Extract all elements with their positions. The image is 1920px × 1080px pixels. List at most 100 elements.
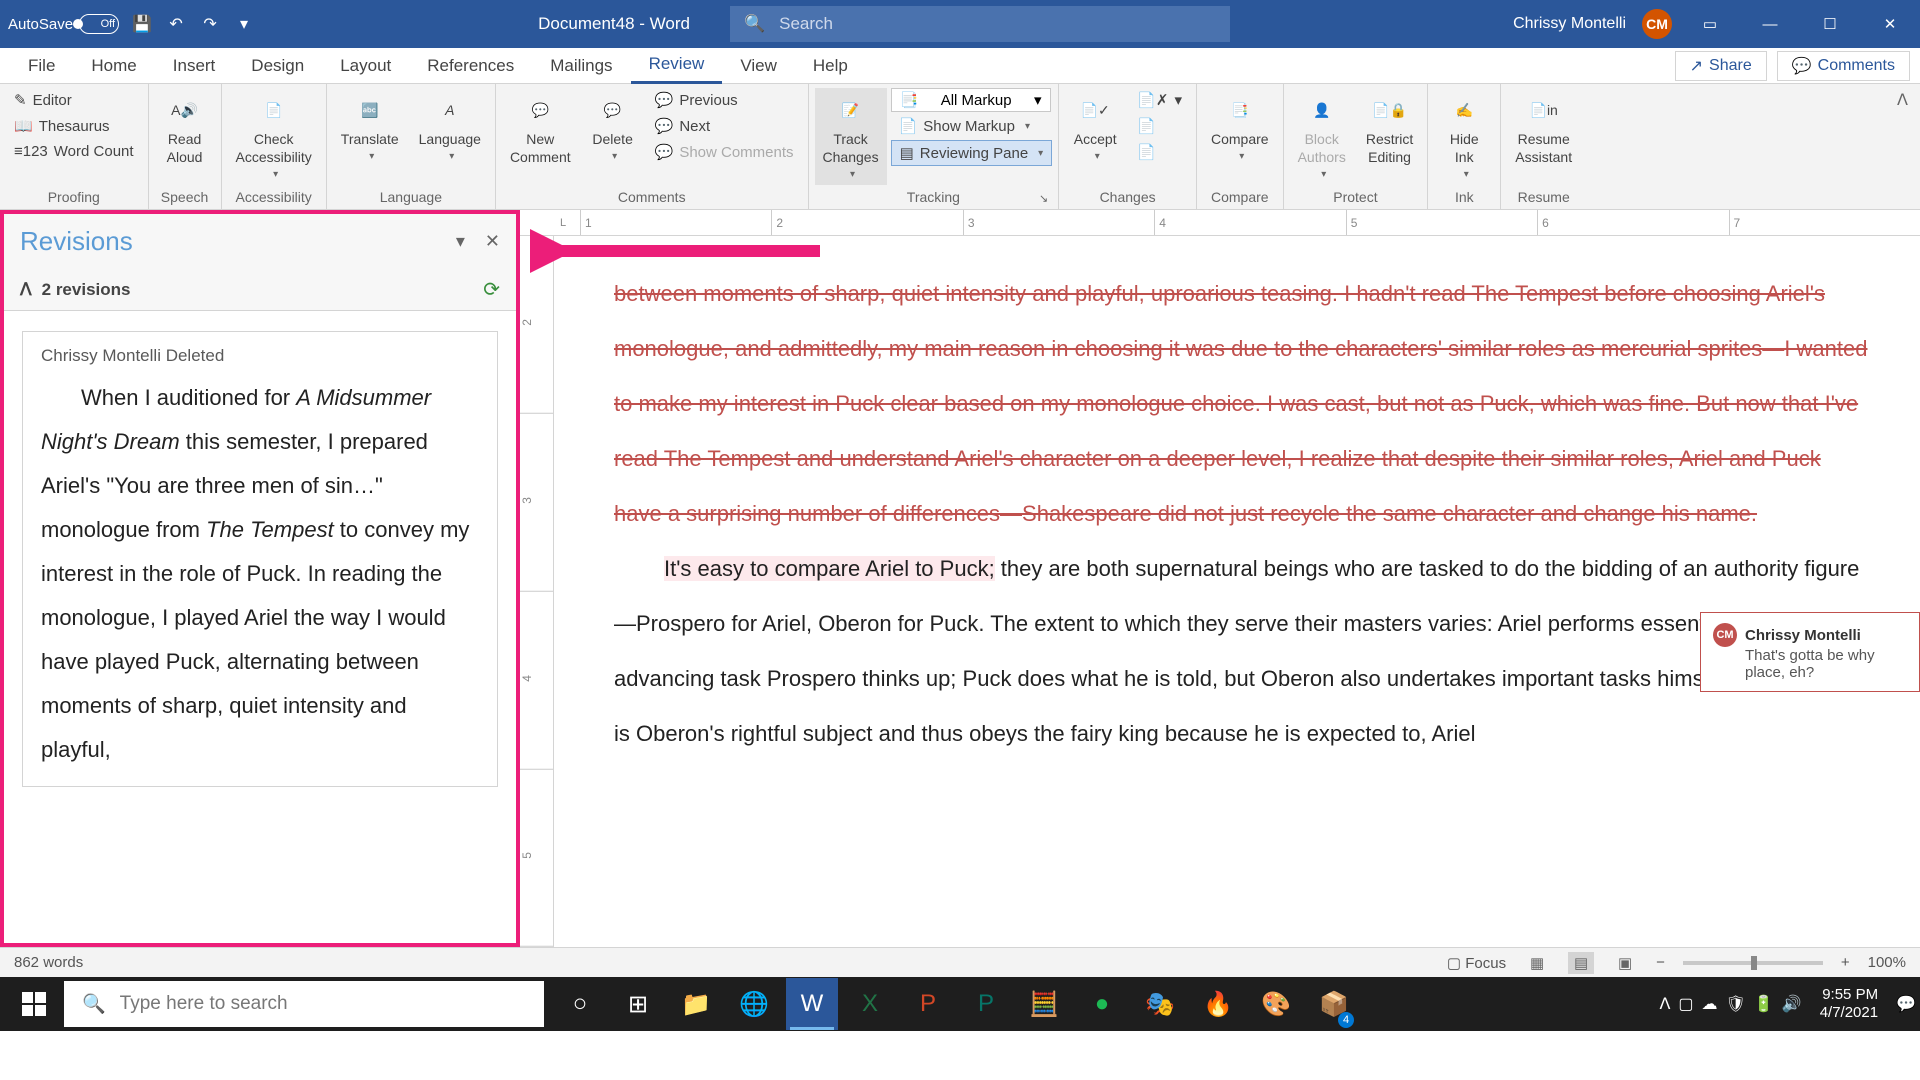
hide-ink-button[interactable]: ✍Hide Ink bbox=[1434, 88, 1494, 185]
qat-customize-icon[interactable]: ▾ bbox=[233, 13, 255, 35]
app-icon-2[interactable]: 🔥 bbox=[1192, 978, 1244, 1030]
word-count-status[interactable]: 862 words bbox=[14, 954, 83, 971]
autosave-toggle[interactable]: AutoSave Off bbox=[8, 14, 119, 34]
powerpoint-icon[interactable]: P bbox=[902, 978, 954, 1030]
tray-meet-icon[interactable]: ▢ bbox=[1678, 994, 1693, 1014]
previous-comment-button[interactable]: 💬Previous bbox=[647, 88, 802, 112]
app-icon-1[interactable]: 🎭 bbox=[1134, 978, 1186, 1030]
taskbar-search[interactable]: 🔍 Type here to search bbox=[64, 981, 544, 1027]
reject-button[interactable]: 📄✗▾ bbox=[1129, 88, 1190, 112]
restrict-editing-button[interactable]: 📄🔒Restrict Editing bbox=[1358, 88, 1421, 170]
focus-button[interactable]: ▢ Focus bbox=[1447, 954, 1506, 972]
calculator-icon[interactable]: 🧮 bbox=[1018, 978, 1070, 1030]
show-markup-button[interactable]: 📄Show Markup bbox=[891, 114, 1053, 138]
language-button[interactable]: ALanguage bbox=[411, 88, 489, 167]
redo-icon[interactable]: ↷ bbox=[199, 13, 221, 35]
minimize-icon[interactable]: — bbox=[1748, 6, 1792, 42]
zoom-in-icon[interactable]: + bbox=[1841, 954, 1850, 971]
comment-icon: 💬 bbox=[1792, 56, 1812, 76]
app-icon-3[interactable]: 📦4 bbox=[1308, 978, 1360, 1030]
tray-battery-icon[interactable]: 🔋 bbox=[1754, 994, 1774, 1014]
web-layout-icon[interactable]: ▣ bbox=[1612, 952, 1638, 974]
task-view-icon[interactable]: ⊞ bbox=[612, 978, 664, 1030]
document-page[interactable]: between moments of sharp, quiet intensit… bbox=[554, 236, 1920, 947]
tray-clock[interactable]: 9:55 PM 4/7/2021 bbox=[1810, 986, 1888, 1022]
reviewing-pane-button[interactable]: ▤Reviewing Pane bbox=[891, 140, 1053, 166]
chevron-up-icon[interactable]: ᐱ bbox=[20, 280, 32, 300]
chrome-icon[interactable]: 🌐 bbox=[728, 978, 780, 1030]
delete-comment-icon: 💬 bbox=[595, 92, 631, 128]
cortana-icon[interactable]: ○ bbox=[554, 978, 606, 1030]
comment-text: That's gotta be why place, eh? bbox=[1745, 647, 1907, 681]
start-button[interactable] bbox=[4, 977, 64, 1031]
group-proofing: Proofing bbox=[6, 187, 142, 209]
read-mode-icon[interactable]: ▦ bbox=[1524, 952, 1550, 974]
markup-display-select[interactable]: 📑All Markup▾ bbox=[891, 88, 1051, 112]
tab-review[interactable]: Review bbox=[631, 48, 723, 84]
revision-item[interactable]: Chrissy Montelli Deleted When I audition… bbox=[22, 331, 498, 787]
tab-view[interactable]: View bbox=[722, 48, 795, 84]
tab-references[interactable]: References bbox=[409, 48, 532, 84]
share-button[interactable]: ↗Share bbox=[1675, 51, 1767, 81]
resume-assistant-button[interactable]: 📄inResume Assistant bbox=[1507, 88, 1580, 170]
tab-layout[interactable]: Layout bbox=[322, 48, 409, 84]
print-layout-icon[interactable]: ▤ bbox=[1568, 952, 1594, 974]
tab-home[interactable]: Home bbox=[73, 48, 154, 84]
tab-help[interactable]: Help bbox=[795, 48, 866, 84]
block-authors-button[interactable]: 👤Block Authors bbox=[1290, 88, 1354, 185]
vertical-ruler[interactable]: 2 3 4 5 bbox=[520, 236, 554, 947]
next-comment-button[interactable]: 💬Next bbox=[647, 114, 802, 138]
zoom-out-icon[interactable]: − bbox=[1656, 954, 1665, 971]
previous-change-button[interactable]: 📄 bbox=[1129, 114, 1190, 138]
delete-comment-button[interactable]: 💬Delete bbox=[583, 88, 643, 167]
translate-button[interactable]: 🔤Translate bbox=[333, 88, 407, 167]
excel-icon[interactable]: X bbox=[844, 978, 896, 1030]
next-icon: 💬 bbox=[655, 117, 674, 135]
revisions-dropdown-icon[interactable]: ▾ bbox=[456, 231, 465, 252]
close-icon[interactable]: ✕ bbox=[1868, 6, 1912, 42]
thesaurus-button[interactable]: 📖Thesaurus bbox=[6, 114, 142, 138]
user-name[interactable]: Chrissy Montelli bbox=[1513, 15, 1626, 33]
tab-mailings[interactable]: Mailings bbox=[532, 48, 630, 84]
paint-icon[interactable]: 🎨 bbox=[1250, 978, 1302, 1030]
tray-notifications-icon[interactable]: 💬 bbox=[1896, 994, 1916, 1014]
new-comment-button[interactable]: 💬New Comment bbox=[502, 88, 579, 170]
tray-onedrive-icon[interactable]: ☁ bbox=[1702, 994, 1718, 1014]
ribbon-display-icon[interactable]: ▭ bbox=[1688, 6, 1732, 42]
read-aloud-icon: A🔊 bbox=[167, 92, 203, 128]
next-change-button[interactable]: 📄 bbox=[1129, 140, 1190, 164]
read-aloud-button[interactable]: A🔊Read Aloud bbox=[155, 88, 215, 170]
track-changes-button[interactable]: 📝Track Changes bbox=[815, 88, 887, 185]
word-icon[interactable]: W bbox=[786, 978, 838, 1030]
comment-card[interactable]: CM Chrissy Montelli That's gotta be why … bbox=[1700, 612, 1920, 692]
comments-button[interactable]: 💬Comments bbox=[1777, 51, 1910, 81]
accept-button[interactable]: 📄✓Accept bbox=[1065, 88, 1125, 167]
check-accessibility-button[interactable]: 📄Check Accessibility bbox=[228, 88, 320, 185]
tab-design[interactable]: Design bbox=[233, 48, 322, 84]
refresh-icon[interactable]: ⟳ bbox=[483, 277, 500, 302]
spotify-icon[interactable]: ● bbox=[1076, 978, 1128, 1030]
search-box[interactable]: 🔍 Search bbox=[730, 6, 1230, 42]
compare-button[interactable]: 📑Compare bbox=[1203, 88, 1277, 167]
tray-security-icon[interactable]: 🛡 bbox=[1726, 994, 1746, 1014]
zoom-level[interactable]: 100% bbox=[1868, 954, 1906, 971]
save-icon[interactable]: 💾 bbox=[131, 13, 153, 35]
collapse-ribbon-icon[interactable]: ᐱ bbox=[1885, 84, 1920, 209]
user-avatar[interactable]: CM bbox=[1642, 9, 1672, 39]
word-count-button[interactable]: ≡123Word Count bbox=[6, 140, 142, 163]
thesaurus-icon: 📖 bbox=[14, 117, 33, 135]
editor-button[interactable]: ✎Editor bbox=[6, 88, 142, 112]
file-explorer-icon[interactable]: 📁 bbox=[670, 978, 722, 1030]
tab-insert[interactable]: Insert bbox=[155, 48, 234, 84]
tab-file[interactable]: File bbox=[10, 48, 73, 84]
ink-icon: ✍ bbox=[1446, 92, 1482, 128]
show-comments-button[interactable]: 💬Show Comments bbox=[647, 140, 802, 164]
tray-chevron-icon[interactable]: ᐱ bbox=[1659, 994, 1670, 1014]
publisher-icon[interactable]: P bbox=[960, 978, 1012, 1030]
tracking-launcher-icon[interactable]: ↘ bbox=[1039, 192, 1048, 205]
maximize-icon[interactable]: ☐ bbox=[1808, 6, 1852, 42]
revisions-close-icon[interactable]: ✕ bbox=[485, 231, 500, 252]
tray-volume-icon[interactable]: 🔊 bbox=[1782, 994, 1802, 1014]
undo-icon[interactable]: ↶ bbox=[165, 13, 187, 35]
zoom-slider[interactable] bbox=[1683, 961, 1823, 965]
